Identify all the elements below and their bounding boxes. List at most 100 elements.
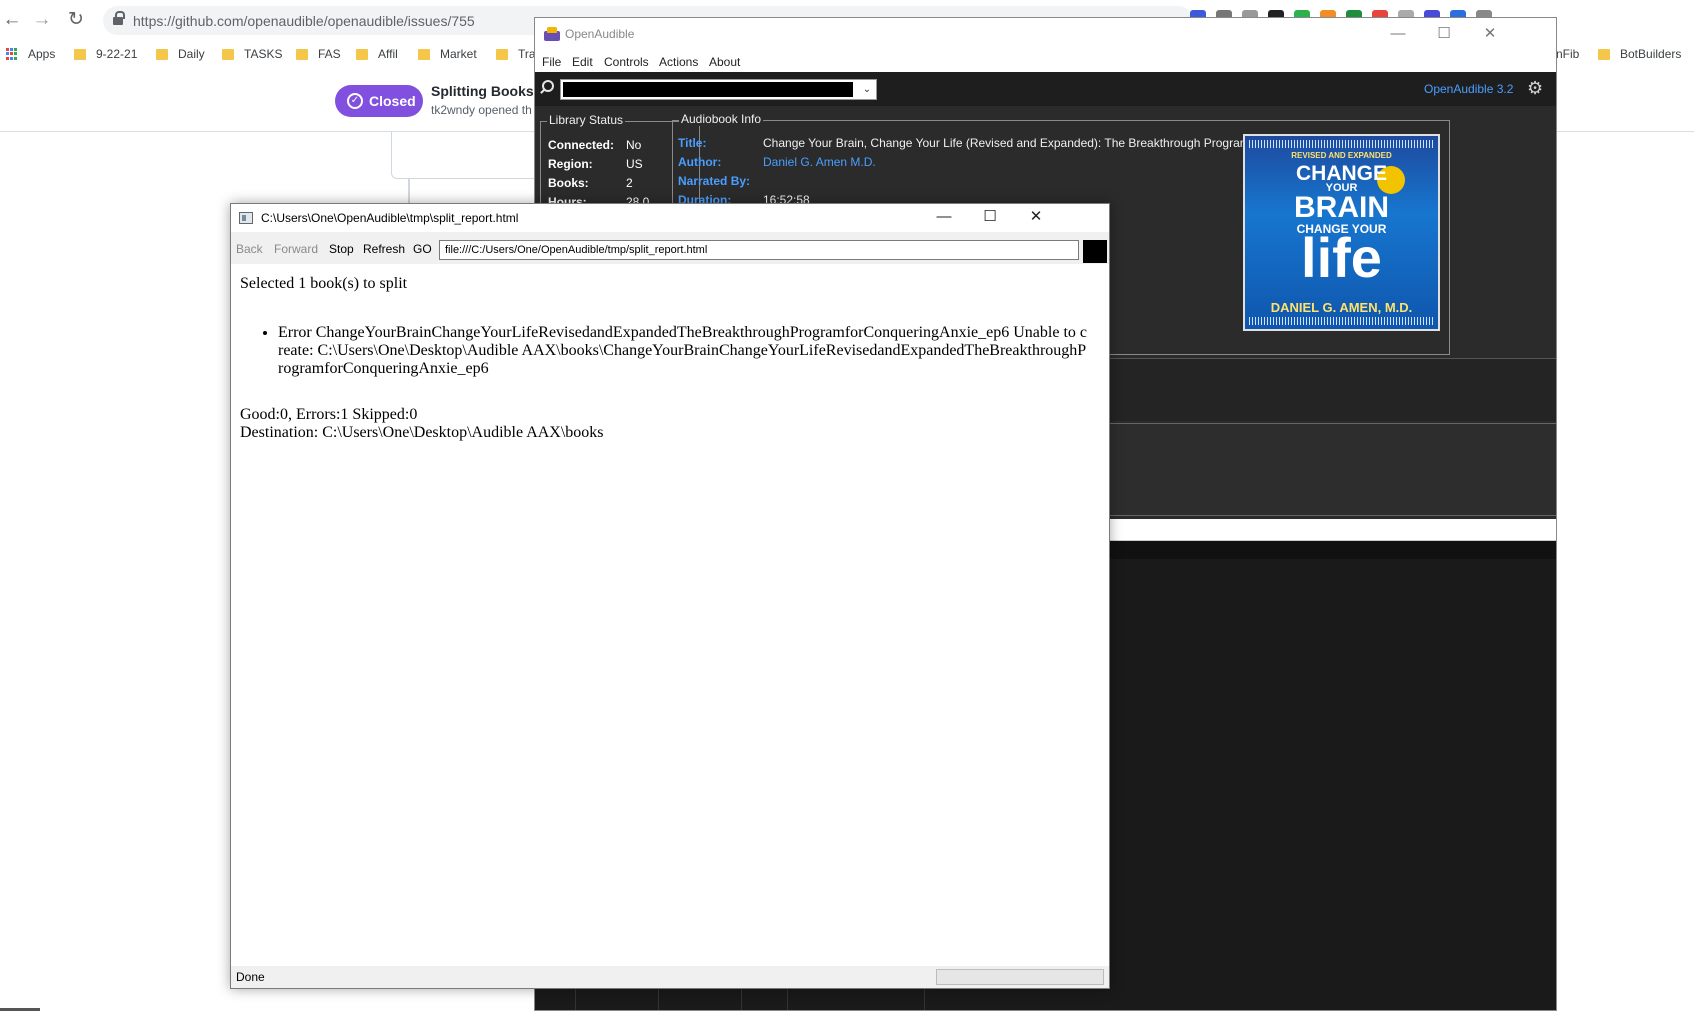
search-icon bbox=[542, 80, 554, 92]
bookmark-folder-affil[interactable]: Affil bbox=[356, 45, 398, 63]
bookmark-label: Affil bbox=[378, 47, 398, 61]
issue-byline: tk2wndy opened th bbox=[431, 103, 532, 117]
cover-line: life bbox=[1301, 226, 1382, 289]
reload-icon[interactable]: ↻ bbox=[64, 8, 88, 32]
bookmark-folder-botbuilders[interactable]: BotBuilders bbox=[1598, 45, 1681, 63]
cover-banner: REVISED AND EXPANDED bbox=[1291, 151, 1392, 160]
back-arrow-icon[interactable]: ← bbox=[0, 8, 24, 32]
openaudible-menubar: File Edit Controls Actions About bbox=[535, 52, 1556, 72]
folder-icon bbox=[296, 48, 308, 60]
menu-controls[interactable]: Controls bbox=[604, 55, 649, 69]
error-list-item: Error ChangeYourBrainChangeYourLifeRevis… bbox=[278, 324, 1091, 378]
bookmark-label: Tra bbox=[518, 47, 536, 61]
issue-title: Splitting Books I bbox=[431, 83, 542, 99]
status-row-region: Region: US bbox=[548, 157, 643, 171]
narrated-by-label: Narrated By: bbox=[678, 174, 751, 188]
status-value: US bbox=[626, 157, 643, 171]
issue-state-badge: ✓ Closed bbox=[335, 85, 423, 117]
folder-icon bbox=[222, 48, 234, 60]
go-button[interactable]: GO bbox=[413, 242, 432, 256]
bookmark-label: TASKS bbox=[244, 47, 283, 61]
split-report-window: C:\Users\One\OpenAudible\tmp\split_repor… bbox=[230, 203, 1110, 989]
refresh-button[interactable]: Refresh bbox=[363, 242, 405, 256]
bookmark-folder-market[interactable]: Market bbox=[418, 45, 477, 63]
summary-counts: Good:0, Errors:1 Skipped:0 bbox=[240, 406, 418, 423]
folder-icon bbox=[74, 48, 86, 60]
bookmark-label: BotBuilders bbox=[1620, 47, 1682, 61]
progress-bar bbox=[936, 969, 1104, 985]
split-report-toolbar: Back Forward Stop Refresh GO file:///C:/… bbox=[231, 232, 1109, 264]
folder-icon bbox=[418, 48, 430, 60]
search-combobox[interactable]: ⌄ bbox=[560, 79, 877, 100]
address-bar-url: https://github.com/openaudible/openaudib… bbox=[133, 13, 475, 29]
search-input[interactable] bbox=[563, 82, 853, 97]
bookmark-folder-daily[interactable]: Daily bbox=[156, 45, 205, 63]
folder-icon bbox=[496, 48, 508, 60]
error-list: Error ChangeYourBrainChangeYourLifeRevis… bbox=[261, 324, 1091, 378]
folder-icon bbox=[356, 48, 368, 60]
activity-indicator bbox=[1083, 240, 1107, 263]
book-cover-image: REVISED AND EXPANDED CHANGE YOUR BRAIN C… bbox=[1243, 134, 1440, 331]
cover-line: BRAIN bbox=[1294, 191, 1389, 224]
check-circle-icon: ✓ bbox=[347, 93, 363, 109]
library-status-legend: Library Status bbox=[547, 113, 626, 127]
author-label: Author: bbox=[678, 155, 722, 169]
version-link[interactable]: OpenAudible 3.2 bbox=[1424, 82, 1513, 96]
minimize-icon[interactable]: — bbox=[921, 204, 967, 232]
stop-button[interactable]: Stop bbox=[329, 242, 354, 256]
forward-arrow-icon[interactable]: → bbox=[30, 8, 54, 32]
bookmark-label: Daily bbox=[178, 47, 205, 61]
split-report-titlebar[interactable]: C:\Users\One\OpenAudible\tmp\split_repor… bbox=[231, 204, 1109, 232]
summary-destination: Destination: C:\Users\One\Desktop\Audibl… bbox=[240, 424, 604, 441]
apps-grid-icon bbox=[6, 48, 18, 60]
openaudible-toolbar: ⌄ OpenAudible 3.2 ⚙ bbox=[535, 72, 1556, 106]
issue-state-label: Closed bbox=[369, 93, 416, 109]
chevron-down-icon[interactable]: ⌄ bbox=[860, 82, 874, 97]
author-link[interactable]: Daniel G. Amen M.D. bbox=[763, 155, 876, 169]
title-label: Title: bbox=[678, 136, 707, 150]
split-summary: Good:0, Errors:1 Skipped:0 Destination: … bbox=[240, 406, 604, 442]
timeline-box bbox=[391, 132, 551, 179]
bookmark-label: Market bbox=[440, 47, 477, 61]
back-button[interactable]: Back bbox=[236, 242, 263, 256]
minimize-icon[interactable]: — bbox=[1375, 18, 1421, 52]
report-address-field[interactable]: file:///C:/Users/One/OpenAudible/tmp/spl… bbox=[439, 240, 1079, 260]
openaudible-app-icon bbox=[544, 27, 560, 41]
status-value: 2 bbox=[626, 176, 633, 190]
bookmark-folder-tra[interactable]: Tra bbox=[496, 45, 536, 63]
status-row-books: Books: 2 bbox=[548, 176, 633, 190]
bookmark-apps[interactable]: Apps bbox=[6, 45, 55, 63]
forward-button[interactable]: Forward bbox=[274, 242, 318, 256]
status-key: Books: bbox=[548, 176, 589, 190]
status-value: No bbox=[626, 138, 642, 152]
status-text: Done bbox=[236, 970, 265, 984]
bookmark-folder-tasks[interactable]: TASKS bbox=[222, 45, 282, 63]
menu-actions[interactable]: Actions bbox=[659, 55, 698, 69]
close-icon[interactable]: ✕ bbox=[1467, 18, 1513, 52]
bookmark-folder-9-22-21[interactable]: 9-22-21 bbox=[74, 45, 137, 63]
split-report-content: Selected 1 book(s) to split Error Change… bbox=[231, 264, 1109, 966]
window-app-icon bbox=[239, 212, 253, 224]
split-report-statusbar: Done bbox=[231, 966, 1109, 988]
title-value: Change Your Brain, Change Your Life (Rev… bbox=[763, 136, 1290, 150]
bookmark-folder-nfib[interactable]: nFib bbox=[1556, 45, 1579, 63]
gear-icon[interactable]: ⚙ bbox=[1527, 78, 1543, 98]
menu-file[interactable]: File bbox=[542, 55, 561, 69]
openaudible-window-title: OpenAudible bbox=[565, 27, 635, 41]
maximize-icon[interactable]: ☐ bbox=[1421, 18, 1467, 52]
menu-about[interactable]: About bbox=[709, 55, 740, 69]
maximize-icon[interactable]: ☐ bbox=[967, 204, 1013, 232]
bookmark-label: 9-22-21 bbox=[96, 47, 138, 61]
menu-edit[interactable]: Edit bbox=[572, 55, 593, 69]
bookmark-folder-fas[interactable]: FAS bbox=[296, 45, 341, 63]
folder-icon bbox=[156, 48, 168, 60]
selected-books-text: Selected 1 book(s) to split bbox=[240, 275, 408, 292]
lock-icon bbox=[113, 11, 125, 25]
cover-author: DANIEL G. AMEN, M.D. bbox=[1270, 300, 1413, 315]
close-icon[interactable]: ✕ bbox=[1013, 204, 1059, 232]
folder-icon bbox=[1598, 48, 1610, 60]
status-key: Connected: bbox=[548, 138, 614, 152]
audiobook-info-legend: Audiobook Info bbox=[679, 112, 764, 126]
openaudible-titlebar[interactable]: OpenAudible — ☐ ✕ bbox=[535, 18, 1556, 52]
status-key: Region: bbox=[548, 157, 593, 171]
